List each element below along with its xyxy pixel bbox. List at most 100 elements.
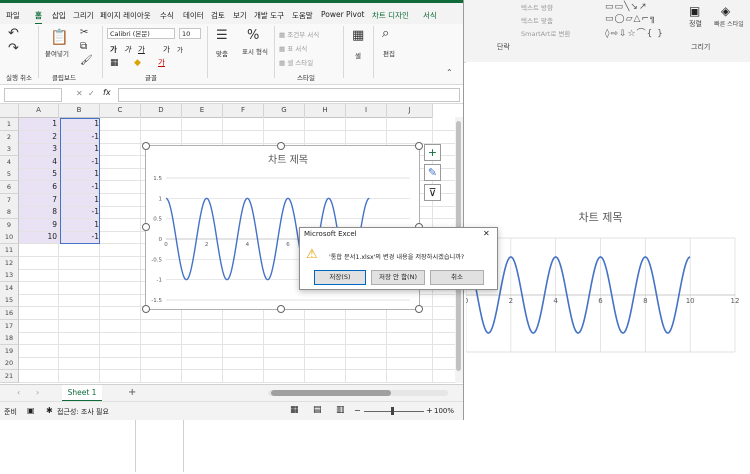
cancel-button[interactable]: 취소 <box>430 270 484 285</box>
tab-file[interactable]: 파일 <box>6 10 20 21</box>
dialog-close-button[interactable]: ✕ <box>483 229 490 238</box>
tab-help[interactable]: 도움말 <box>292 10 313 21</box>
cell-a2[interactable]: 2 <box>19 131 57 143</box>
table-format-button[interactable]: ▦ 표 서식 <box>279 43 307 53</box>
tab-review[interactable]: 검토 <box>211 10 225 21</box>
formula-input[interactable] <box>118 88 460 102</box>
edit-button[interactable]: 편집 <box>383 48 395 58</box>
cell-a1[interactable]: 1 <box>19 118 57 130</box>
row-header-15[interactable]: 15 <box>0 294 19 307</box>
column-header-j[interactable]: J <box>387 104 433 118</box>
sheet-tab[interactable]: Sheet 1 <box>62 385 102 402</box>
row-header-10[interactable]: 10 <box>0 231 19 244</box>
resize-handle[interactable] <box>142 305 150 313</box>
cell-a10[interactable]: 10 <box>19 231 57 243</box>
shapes-gallery-row3[interactable]: ◊⇨⇩☆⌒{ } <box>605 26 664 39</box>
resize-handle[interactable] <box>142 223 150 231</box>
column-header-g[interactable]: G <box>264 104 305 118</box>
tab-power-pivot[interactable]: Power Pivot <box>321 10 364 19</box>
chart-styles-button[interactable]: ✎ <box>424 164 441 181</box>
borders-icon[interactable]: ▦ <box>110 58 119 68</box>
font-color-button[interactable]: 가 <box>158 57 165 68</box>
arrange-button[interactable]: 정렬 <box>689 19 702 29</box>
zoom-in-icon[interactable]: + <box>426 406 433 415</box>
row-header-7[interactable]: 7 <box>0 194 19 207</box>
cell-a6[interactable]: 6 <box>19 181 57 193</box>
shrink-font-button[interactable]: 가 <box>177 44 183 54</box>
column-header-e[interactable]: E <box>182 104 223 118</box>
cell-a8[interactable]: 8 <box>19 206 57 218</box>
column-header-a[interactable]: A <box>19 104 59 118</box>
chart-elements-button[interactable]: + <box>424 144 441 161</box>
column-header-d[interactable]: D <box>141 104 182 118</box>
text-direction-item[interactable]: 텍스트 방향 <box>521 2 553 12</box>
row-header-17[interactable]: 17 <box>0 320 19 333</box>
select-all-corner[interactable] <box>0 104 19 118</box>
column-header-i[interactable]: I <box>346 104 387 118</box>
row-header-16[interactable]: 16 <box>0 307 19 320</box>
italic-button[interactable]: 가 <box>124 44 131 55</box>
font-size-select[interactable]: 10 <box>179 28 201 39</box>
horizontal-scroll-thumb[interactable] <box>271 390 391 396</box>
undo-icon[interactable]: ↶ <box>8 26 19 41</box>
cell-a3[interactable]: 3 <box>19 143 57 155</box>
column-header-h[interactable]: H <box>305 104 346 118</box>
row-header-4[interactable]: 4 <box>0 156 19 169</box>
dont-save-button[interactable]: 저장 안 함(N) <box>371 270 425 285</box>
zoom-out-icon[interactable]: − <box>354 406 361 415</box>
cells-button[interactable]: 셀 <box>355 50 361 60</box>
row-header-13[interactable]: 13 <box>0 269 19 282</box>
save-button[interactable]: 저장(S) <box>314 270 366 285</box>
smartart-convert-item[interactable]: SmartArt로 변환 <box>521 28 570 38</box>
tab-data[interactable]: 데이터 <box>183 10 204 21</box>
tab-draw[interactable]: 그리기 <box>73 10 94 21</box>
shapes-gallery-row2[interactable]: ▭◯▱△⌐╗ <box>605 14 656 24</box>
insert-function-button[interactable]: fx <box>103 88 111 97</box>
fill-color-icon[interactable]: ◆ <box>134 58 141 68</box>
copy-icon[interactable]: ⧉ <box>80 41 87 52</box>
tab-insert[interactable]: 삽입 <box>52 10 66 21</box>
row-header-12[interactable]: 12 <box>0 257 19 270</box>
paste-button[interactable]: 붙여넣기 <box>45 48 69 58</box>
font-name-select[interactable]: Calibri (본문) <box>107 28 175 39</box>
cut-icon[interactable]: ✂ <box>80 27 88 38</box>
shapes-gallery-row1[interactable]: ▭▭╲↘↗ <box>605 2 648 12</box>
format-painter-icon[interactable]: 🖌 <box>80 55 93 66</box>
conditional-format-button[interactable]: ▦ 조건부 서식 <box>279 29 319 39</box>
normal-view-icon[interactable]: ▦ <box>290 405 299 415</box>
row-header-19[interactable]: 19 <box>0 345 19 358</box>
grow-font-button[interactable]: 가 <box>163 44 170 55</box>
row-header-18[interactable]: 18 <box>0 332 19 345</box>
row-header-1[interactable]: 1 <box>0 118 19 131</box>
tab-developer[interactable]: 개발 도구 <box>254 10 284 21</box>
collapse-ribbon-icon[interactable]: ⌃ <box>446 68 453 77</box>
row-header-21[interactable]: 21 <box>0 370 19 383</box>
add-sheet-icon[interactable]: + <box>128 387 136 398</box>
column-header-c[interactable]: C <box>100 104 141 118</box>
quick-style-button[interactable]: 빠른 스타일 <box>714 19 744 28</box>
text-align-item[interactable]: 텍스트 맞춤 <box>521 15 553 25</box>
row-header-6[interactable]: 6 <box>0 181 19 194</box>
zoom-level[interactable]: 100% <box>434 407 454 415</box>
row-header-11[interactable]: 11 <box>0 244 19 257</box>
zoom-slider-thumb[interactable] <box>391 407 394 415</box>
resize-handle[interactable] <box>142 142 150 150</box>
resize-handle[interactable] <box>415 142 423 150</box>
tab-view[interactable]: 보기 <box>233 10 247 21</box>
row-header-20[interactable]: 20 <box>0 357 19 370</box>
page-layout-view-icon[interactable]: ▤ <box>313 405 322 415</box>
cell-style-button[interactable]: ▦ 셀 스타일 <box>279 57 313 67</box>
cancel-icon[interactable]: ✕ <box>76 89 83 98</box>
next-sheet-icon[interactable]: › <box>36 388 39 397</box>
redo-icon[interactable]: ↷ <box>8 41 19 56</box>
tab-home[interactable]: 홈 <box>35 10 42 25</box>
row-header-9[interactable]: 9 <box>0 219 19 232</box>
bold-button[interactable]: 가 <box>110 44 117 55</box>
horizontal-scrollbar[interactable] <box>268 390 448 396</box>
row-header-5[interactable]: 5 <box>0 168 19 181</box>
row-header-14[interactable]: 14 <box>0 282 19 295</box>
accessibility-status[interactable]: 접근성: 조사 필요 <box>57 407 109 417</box>
chart-filters-button[interactable]: ⊽ <box>424 184 441 201</box>
resize-handle[interactable] <box>277 305 285 313</box>
row-header-8[interactable]: 8 <box>0 206 19 219</box>
